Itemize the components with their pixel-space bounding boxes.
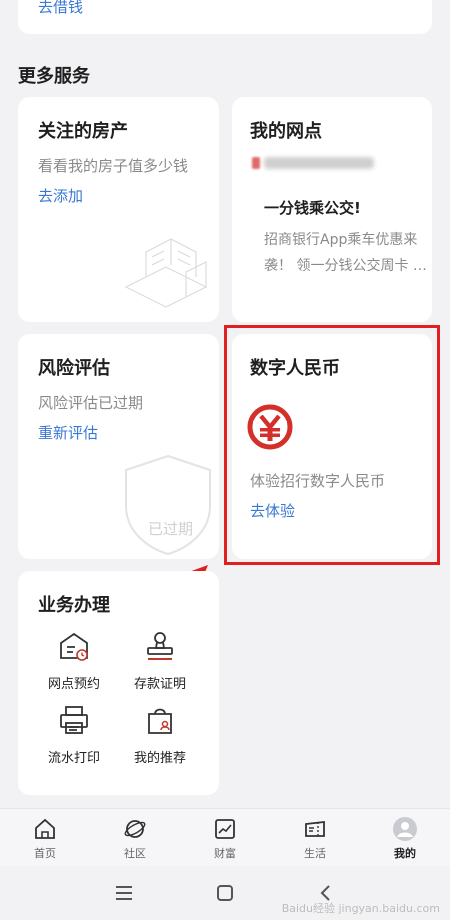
service-label: 我的推荐 [133,751,186,766]
tab-label: 财富 [214,847,236,860]
branch-name-blurred [264,157,374,169]
risk-card-desc: 风险评估已过期 [38,394,144,412]
business-card-title: 业务办理 [38,595,110,616]
profile-icon [393,817,417,841]
deposit-certificate-icon [147,632,173,660]
shield-icon [125,454,211,556]
borrow-link[interactable]: 去借钱 [38,0,83,17]
service-branch-booking[interactable]: 网点预约 [32,629,116,692]
tab-wealth[interactable]: 财富 [190,817,260,861]
loan-card[interactable]: 去借钱 [18,0,432,34]
section-title-more-services: 更多服务 [18,66,90,87]
expired-stamp: 已过期 [148,520,194,538]
business-card[interactable]: 业务办理 网点预约 存款证明 流水打印 我的推荐 [18,571,219,795]
life-icon [305,820,325,837]
branch-card[interactable]: 我的网点 一分钱乘公交! 招商银行App乘车优惠来 袭！ 领一分钱公交周卡 … [232,97,432,322]
property-card-title: 关注的房产 [38,121,128,142]
tab-label: 生活 [304,847,326,860]
service-label: 存款证明 [133,677,186,692]
risk-card-title: 风险评估 [38,358,110,379]
reassess-link[interactable]: 重新评估 [38,422,98,443]
branch-booking-icon [60,632,88,661]
building-illustration-icon [124,238,208,308]
home-button-icon[interactable] [216,884,234,902]
service-deposit-certificate[interactable]: 存款证明 [118,629,202,692]
service-label: 网点预约 [47,677,100,692]
highlight-box [224,325,440,565]
branch-promo-desc-line1: 招商银行App乘车优惠来 [264,232,418,248]
tab-label: 首页 [34,847,56,860]
branch-promo-desc-line2: 袭！ 领一分钱公交周卡 … [264,258,427,274]
wealth-icon [215,819,235,839]
watermark: Baidu经验 jingyan.baidu.com [281,902,440,915]
my-referral-icon [148,708,172,734]
branch-promo-title: 一分钱乘公交! [264,199,361,217]
add-property-link[interactable]: 去添加 [38,185,83,206]
service-statement-print[interactable]: 流水打印 [32,703,116,766]
tab-home[interactable]: 首页 [10,817,80,861]
property-card-desc: 看看我的房子值多少钱 [38,157,189,175]
system-nav-bar: Baidu经验 jingyan.baidu.com [0,866,450,920]
bottom-tab-bar: 首页 社区 财富 生活 我的 [0,808,450,866]
tab-community[interactable]: 社区 [100,817,170,861]
risk-assessment-card[interactable]: 风险评估 风险评估已过期 重新评估 已过期 [18,334,219,559]
tab-label: 我的 [394,847,416,860]
tab-life[interactable]: 生活 [280,817,350,861]
branch-name-blurred-dot [252,157,260,169]
community-icon [124,820,146,838]
menu-icon[interactable] [114,884,134,902]
tab-profile[interactable]: 我的 [370,817,440,861]
home-icon [35,818,55,839]
statement-print-icon [60,706,88,734]
property-card[interactable]: 关注的房产 看看我的房子值多少钱 去添加 [18,97,219,322]
service-label: 流水打印 [47,751,100,766]
tab-label: 社区 [124,847,146,860]
branch-card-title: 我的网点 [250,121,322,142]
service-my-referral[interactable]: 我的推荐 [118,703,202,766]
